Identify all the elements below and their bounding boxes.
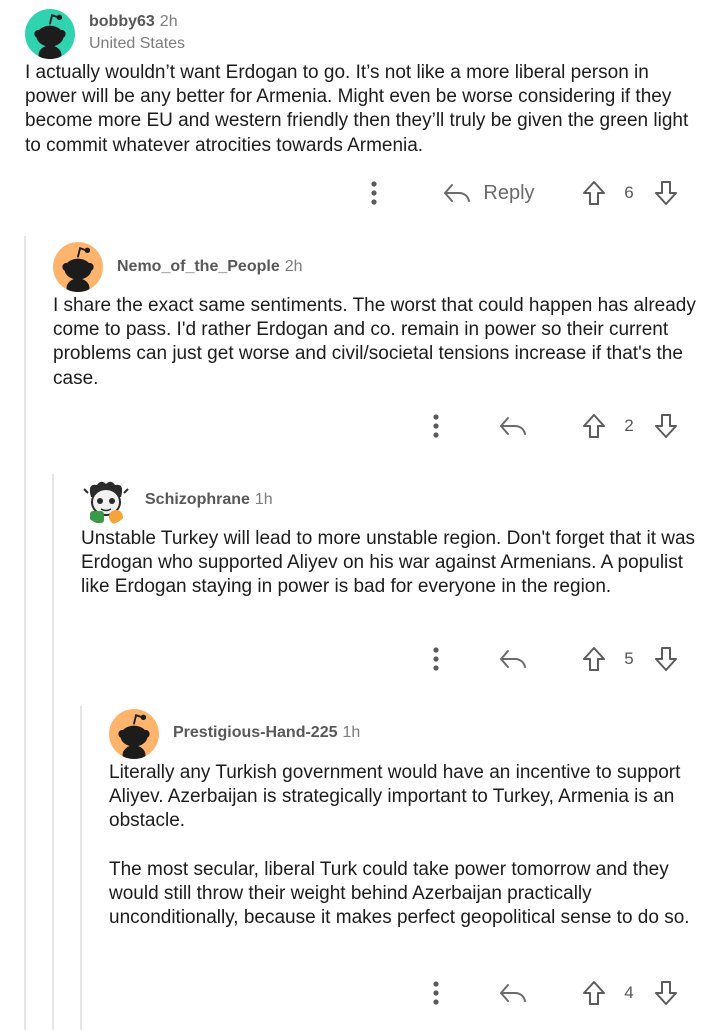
- username[interactable]: Nemo_of_the_People: [117, 258, 280, 275]
- reply-button[interactable]: [496, 641, 530, 677]
- snoo-avatar-icon: [109, 709, 159, 759]
- username[interactable]: Prestigious-Hand-225: [173, 724, 337, 741]
- more-options-button[interactable]: [426, 975, 446, 1011]
- vote-score: 5: [624, 649, 634, 668]
- comment-paragraph: Literally any Turkish government would h…: [109, 762, 681, 832]
- snoo-avatar-icon: [25, 9, 75, 59]
- snoo-avatar-icon: [53, 242, 103, 292]
- more-options-icon: [433, 981, 439, 1005]
- username[interactable]: bobby63: [89, 13, 155, 30]
- timestamp: 1h: [254, 491, 273, 508]
- more-options-button[interactable]: [426, 641, 446, 677]
- upvote-button[interactable]: [580, 175, 608, 211]
- comment-actions: Reply 6: [364, 175, 694, 211]
- comment-actions: 5: [426, 641, 694, 677]
- reply-label: Reply: [483, 181, 535, 204]
- vote-score: 2: [624, 416, 634, 435]
- thread-line-level-1[interactable]: [24, 236, 26, 1030]
- vote-score: 4: [624, 983, 634, 1002]
- more-options-button[interactable]: [364, 175, 384, 211]
- more-options-icon: [433, 414, 439, 438]
- more-options-icon: [433, 647, 439, 671]
- comment-paragraph: Unstable Turkey will lead to more unstab…: [81, 528, 696, 598]
- reply-arrow-icon: [500, 650, 526, 668]
- reply-button[interactable]: [496, 408, 530, 444]
- comment-body: I actually wouldn’t want Erdogan to go. …: [25, 61, 700, 158]
- more-options-button[interactable]: [426, 408, 446, 444]
- comment-paragraph: The most secular, liberal Turk could tak…: [109, 858, 690, 929]
- upvote-arrow-icon: [583, 414, 605, 438]
- author-name[interactable]: bobby63 2h: [89, 13, 178, 31]
- reply-arrow-icon: [500, 984, 526, 1002]
- comment-actions: 4: [426, 975, 694, 1011]
- comment-paragraph: I actually wouldn’t want Erdogan to go. …: [25, 62, 689, 156]
- timestamp: 2h: [284, 258, 303, 275]
- downvote-button[interactable]: [652, 408, 680, 444]
- reply-button[interactable]: Reply: [434, 175, 544, 211]
- avatar[interactable]: [53, 242, 103, 292]
- downvote-arrow-icon: [655, 181, 677, 205]
- comment-body: Literally any Turkish government would h…: [109, 761, 703, 930]
- upvote-arrow-icon: [583, 981, 605, 1005]
- custom-avatar-icon: [83, 481, 129, 524]
- thread-line-level-2[interactable]: [52, 474, 54, 1030]
- reply-arrow-icon: [444, 184, 471, 202]
- downvote-arrow-icon: [655, 647, 677, 671]
- reply-arrow-icon: [500, 417, 526, 435]
- author-name[interactable]: Schizophrane 1h: [145, 491, 273, 509]
- downvote-button[interactable]: [652, 975, 680, 1011]
- upvote-button[interactable]: [580, 641, 608, 677]
- upvote-arrow-icon: [583, 181, 605, 205]
- downvote-arrow-icon: [655, 981, 677, 1005]
- more-options-icon: [371, 181, 377, 205]
- comment-body: Unstable Turkey will lead to more unstab…: [81, 527, 703, 600]
- comment-actions: 2: [426, 408, 694, 444]
- timestamp: 1h: [342, 724, 361, 741]
- downvote-arrow-icon: [655, 414, 677, 438]
- username[interactable]: Schizophrane: [145, 491, 250, 508]
- user-flair: United States: [89, 35, 186, 52]
- author-name[interactable]: Nemo_of_the_People 2h: [117, 258, 303, 276]
- downvote-button[interactable]: [652, 175, 680, 211]
- reply-button[interactable]: [496, 975, 530, 1011]
- thread-line-level-3[interactable]: [80, 706, 82, 1030]
- upvote-arrow-icon: [583, 647, 605, 671]
- comment-paragraph: I share the exact same sentiments. The w…: [53, 295, 696, 389]
- author-name[interactable]: Prestigious-Hand-225 1h: [173, 724, 360, 742]
- avatar[interactable]: [25, 9, 75, 59]
- upvote-button[interactable]: [580, 408, 608, 444]
- upvote-button[interactable]: [580, 975, 608, 1011]
- avatar[interactable]: [81, 475, 131, 525]
- downvote-button[interactable]: [652, 641, 680, 677]
- timestamp: 2h: [159, 13, 178, 30]
- vote-score: 6: [624, 183, 634, 202]
- comment-body: I share the exact same sentiments. The w…: [53, 294, 703, 391]
- avatar[interactable]: [109, 709, 159, 759]
